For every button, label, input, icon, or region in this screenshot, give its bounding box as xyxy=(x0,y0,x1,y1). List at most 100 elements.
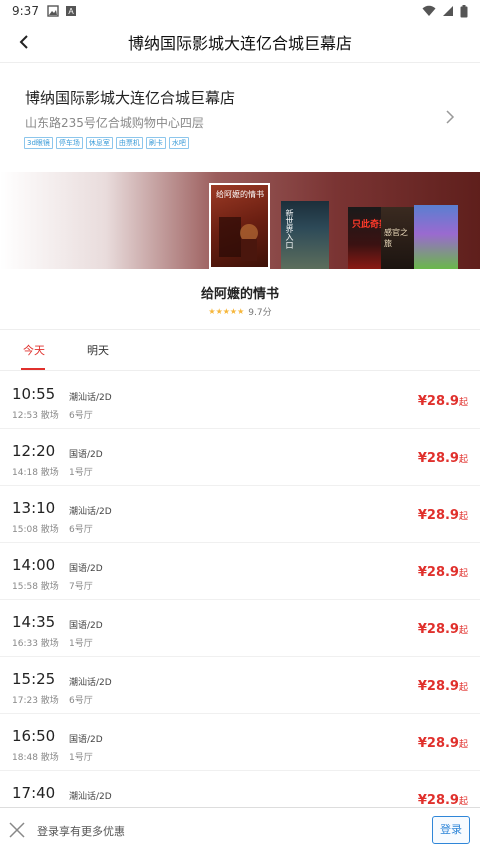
status-right xyxy=(422,4,468,18)
movie-rating: ★★★★★ 9.7分 xyxy=(0,305,480,318)
session-language: 潮汕话/2D xyxy=(69,507,112,517)
price-suffix: 起 xyxy=(458,569,468,579)
poster-title: 给阿嬷的情书 xyxy=(216,190,264,199)
movie-score: 9.7分 xyxy=(248,308,272,318)
cinema-tags: 3d眼镜 停车场 休息室 由票机 刷卡 水吧 xyxy=(24,137,189,149)
session-start-time: 10:55 xyxy=(12,385,56,403)
poster-5[interactable] xyxy=(414,205,458,269)
cinema-tag: 停车场 xyxy=(55,137,83,149)
movie-info: 给阿嬷的情书 ★★★★★ 9.7分 xyxy=(0,269,480,329)
price-value: ¥28.9 xyxy=(417,679,459,694)
session-start-time: 15:25 xyxy=(12,670,56,688)
session-start-time: 13:10 xyxy=(12,499,56,517)
poster-art xyxy=(219,217,258,261)
session-row[interactable]: 14:35 16:33 散场 国语/2D 1号厅 ¥28.9起 xyxy=(0,600,480,657)
session-start-time: 16:50 xyxy=(12,727,56,745)
tab-active-indicator xyxy=(21,368,45,370)
svg-text:A: A xyxy=(68,7,74,16)
image-notification-icon xyxy=(47,5,59,17)
signal-icon xyxy=(443,6,453,16)
session-language: 潮汕话/2D xyxy=(69,792,112,802)
price-value: ¥28.9 xyxy=(417,622,459,637)
session-hall: 1号厅 xyxy=(69,753,93,763)
price-suffix: 起 xyxy=(458,398,468,408)
session-end-time: 16:33 散场 xyxy=(12,639,59,649)
session-row[interactable]: 10:55 12:53 散场 潮汕话/2D 6号厅 ¥28.9起 xyxy=(0,372,480,429)
session-end-time: 18:48 散场 xyxy=(12,753,59,763)
price-value: ¥28.9 xyxy=(417,565,459,580)
text-notification-icon: A xyxy=(65,6,76,16)
session-end-time: 17:23 散场 xyxy=(12,696,59,706)
poster-4[interactable]: 感官之旅 xyxy=(381,207,416,269)
cinema-info-card[interactable]: 博纳国际影城大连亿合城巨幕店 山东路235号亿合城购物中心四层 3d眼镜 停车场… xyxy=(0,62,480,172)
back-button[interactable] xyxy=(8,26,40,58)
cinema-tag: 3d眼镜 xyxy=(24,137,53,149)
session-price: ¥28.9起 xyxy=(418,622,468,637)
session-row[interactable]: 15:25 17:23 散场 潮汕话/2D 6号厅 ¥28.9起 xyxy=(0,657,480,714)
login-prompt-text: 登录享有更多优惠 xyxy=(37,825,125,838)
cinema-address: 山东路235号亿合城购物中心四层 xyxy=(25,116,204,130)
price-suffix: 起 xyxy=(458,455,468,465)
session-start-time: 17:40 xyxy=(12,784,56,802)
chevron-right-icon[interactable] xyxy=(442,107,458,127)
price-suffix: 起 xyxy=(458,512,468,522)
close-icon[interactable] xyxy=(8,821,26,839)
login-button[interactable]: 登录 xyxy=(432,816,470,844)
session-price: ¥28.9起 xyxy=(418,736,468,751)
session-start-time: 12:20 xyxy=(12,442,56,460)
movie-title: 给阿嬷的情书 xyxy=(200,287,279,302)
cinema-name: 博纳国际影城大连亿合城巨幕店 xyxy=(25,89,236,107)
session-end-time: 14:18 散场 xyxy=(12,468,59,478)
tab-tomorrow[interactable]: 明天 xyxy=(87,342,109,358)
poster-2[interactable]: 新世界入口 xyxy=(281,201,329,269)
star-rating-icon: ★★★★★ xyxy=(208,307,245,316)
session-end-time: 15:08 散场 xyxy=(12,525,59,535)
price-value: ¥28.9 xyxy=(417,508,459,523)
session-end-time: 12:53 散场 xyxy=(12,411,59,421)
price-suffix: 起 xyxy=(458,683,468,693)
session-language: 潮汕话/2D xyxy=(69,393,112,403)
status-time: 9:37 xyxy=(12,4,39,18)
tab-today[interactable]: 今天 xyxy=(23,342,45,358)
session-start-time: 14:00 xyxy=(12,556,56,574)
price-suffix: 起 xyxy=(458,797,468,807)
price-value: ¥28.9 xyxy=(417,793,459,808)
poster-carousel[interactable]: 给阿嬷的情书 新世界入口 只此奇舞 感官之旅 xyxy=(0,172,480,269)
session-row[interactable]: 14:00 15:58 散场 国语/2D 7号厅 ¥28.9起 xyxy=(0,543,480,600)
session-language: 国语/2D xyxy=(69,564,103,574)
session-hall: 6号厅 xyxy=(69,696,93,706)
session-price: ¥28.9起 xyxy=(418,394,468,409)
wifi-icon xyxy=(422,5,436,16)
session-row[interactable]: 16:50 18:48 散场 国语/2D 1号厅 ¥28.9起 xyxy=(0,714,480,771)
price-suffix: 起 xyxy=(458,626,468,636)
session-price: ¥28.9起 xyxy=(418,679,468,694)
battery-icon xyxy=(460,4,468,17)
session-hall: 1号厅 xyxy=(69,639,93,649)
price-value: ¥28.9 xyxy=(417,736,459,751)
session-language: 国语/2D xyxy=(69,735,103,745)
session-language: 国语/2D xyxy=(69,450,103,460)
date-tabs: 今天 明天 xyxy=(0,330,480,371)
session-end-time: 15:58 散场 xyxy=(12,582,59,592)
session-price: ¥28.9起 xyxy=(418,565,468,580)
price-suffix: 起 xyxy=(458,740,468,750)
session-hall: 6号厅 xyxy=(69,411,93,421)
cinema-tag: 休息室 xyxy=(85,137,113,149)
poster-selected[interactable]: 给阿嬷的情书 xyxy=(209,183,270,269)
session-row[interactable]: 13:10 15:08 散场 潮汕话/2D 6号厅 ¥28.9起 xyxy=(0,486,480,543)
cinema-tag: 由票机 xyxy=(115,137,143,149)
nav-bar: 博纳国际影城大连亿合城巨幕店 xyxy=(0,22,480,62)
session-row[interactable]: 12:20 14:18 散场 国语/2D 1号厅 ¥28.9起 xyxy=(0,429,480,486)
status-bar: 9:37 A xyxy=(0,0,480,22)
login-prompt-bar: 登录享有更多优惠 登录 xyxy=(0,807,480,853)
session-language: 潮汕话/2D xyxy=(69,678,112,688)
session-price: ¥28.9起 xyxy=(418,451,468,466)
page-title: 博纳国际影城大连亿合城巨幕店 xyxy=(127,34,352,53)
chevron-left-icon xyxy=(19,35,28,49)
session-start-time: 14:35 xyxy=(12,613,56,631)
session-price: ¥28.9起 xyxy=(418,793,468,808)
session-hall: 7号厅 xyxy=(69,582,93,592)
session-price: ¥28.9起 xyxy=(418,508,468,523)
session-language: 国语/2D xyxy=(69,621,103,631)
price-value: ¥28.9 xyxy=(417,451,459,466)
